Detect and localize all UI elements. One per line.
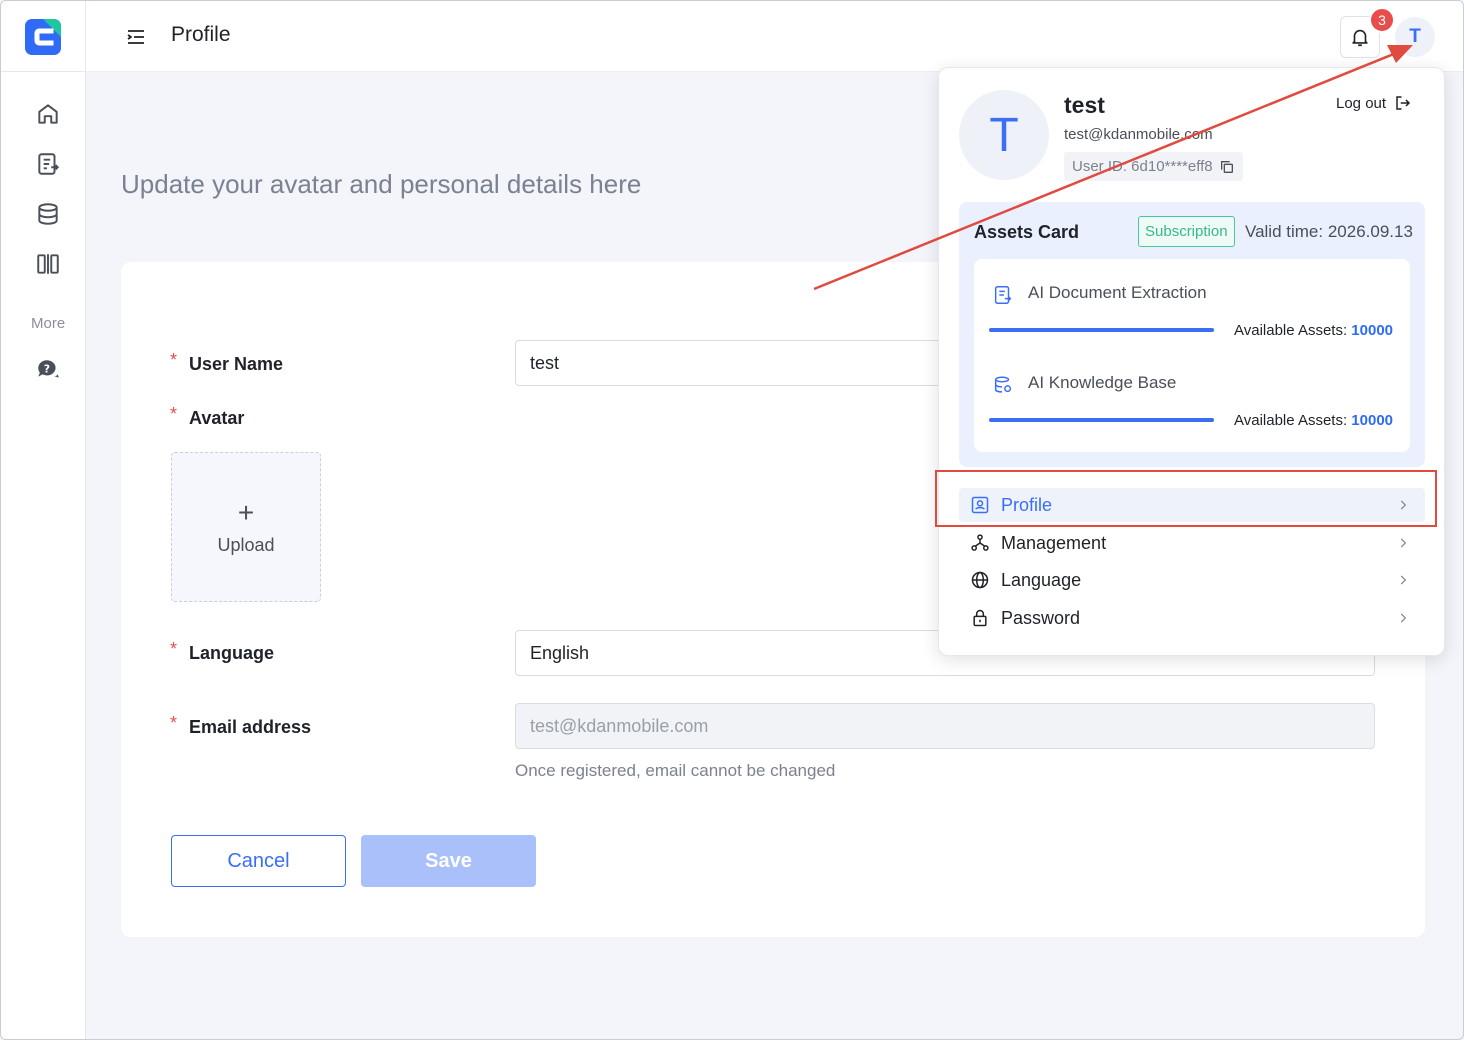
app-logo[interactable] [25,19,61,55]
annotation-highlight-box [935,470,1437,527]
language-label: Language [189,643,275,663]
page-subtitle: Update your avatar and personal details … [121,169,642,199]
available-assets: Available Assets: 10000 [1234,322,1394,339]
bell-icon [1352,29,1368,47]
menu-item-label: Management [1001,532,1107,553]
copy-icon[interactable] [1219,159,1235,175]
menu-item-password[interactable]: Password [959,601,1425,635]
available-assets: Available Assets: 10000 [1234,412,1394,429]
logout-label: Log out [1336,94,1387,112]
valid-time: Valid time: 2026.09.13 [1245,222,1413,241]
management-icon [969,532,991,554]
globe-icon [969,569,991,591]
page-title: Profile [171,23,231,46]
help-chat-icon[interactable]: ? [34,355,62,383]
menu-item-label: Language [1001,569,1082,590]
dropdown-avatar: T [959,90,1049,180]
avatar-label: Avatar [189,408,245,428]
logout-icon [1396,96,1411,110]
assets-card-title: Assets Card [974,222,1080,242]
menu-toggle-icon[interactable] [124,25,148,49]
lock-icon [969,607,991,629]
chevron-right-icon [1393,536,1413,550]
upload-label: Upload [217,534,275,555]
email-hint: Once registered, email cannot be changed [515,761,836,780]
dropdown-user-email: test@kdanmobile.com [1064,126,1213,143]
logout-button[interactable]: Log out [1336,94,1412,112]
document-extraction-icon [992,284,1014,306]
user-id-chip: User ID: 6d10****eff8 [1064,152,1243,181]
menu-item-management[interactable]: Management [959,526,1425,560]
menu-item-language[interactable]: Language [959,563,1425,597]
sidebar-divider [1,71,86,72]
chevron-right-icon [1393,573,1413,587]
assets-list: AI Document Extraction Available Assets:… [974,259,1410,452]
assets-card: Assets Card Subscription Valid time: 202… [959,202,1425,467]
svg-text:?: ? [44,362,50,375]
top-header: Profile 3 T [86,1,1463,72]
required-marker: * [170,713,178,733]
asset-label: AI Document Extraction [1028,283,1207,302]
required-marker: * [170,404,178,424]
app-window: More ? Profile 3 T Update your avatar an… [0,0,1464,1040]
user-id-text: User ID: 6d10****eff8 [1072,158,1213,175]
user-dropdown-panel: T test test@kdanmobile.com User ID: 6d10… [938,67,1445,656]
sidebar-more-label: More [31,315,66,332]
email-label: Email address [189,717,312,737]
plus-icon: + [237,496,255,528]
user-name-label: User Name [189,354,284,374]
knowledge-base-icon [992,374,1014,396]
compare-icon[interactable] [34,250,62,278]
required-marker: * [170,350,178,370]
document-icon[interactable] [34,150,62,178]
home-icon[interactable] [34,100,62,128]
chevron-right-icon [1393,611,1413,625]
subscription-tag: Subscription [1138,216,1235,247]
cancel-button[interactable]: Cancel [171,835,346,887]
user-avatar-button[interactable]: T [1395,17,1435,57]
required-marker: * [170,639,178,659]
asset-label: AI Knowledge Base [1028,373,1177,392]
asset-progress-bar [989,418,1214,422]
notification-badge: 3 [1369,7,1395,33]
dropdown-user-name: test [1064,92,1105,118]
menu-item-label: Password [1001,607,1081,628]
avatar-upload-button[interactable]: + Upload [171,452,321,602]
asset-progress-bar [989,328,1214,332]
save-button[interactable]: Save [361,835,536,887]
database-icon[interactable] [34,200,62,228]
sidebar: More ? [1,1,86,1039]
email-input: test@kdanmobile.com [515,703,1375,749]
